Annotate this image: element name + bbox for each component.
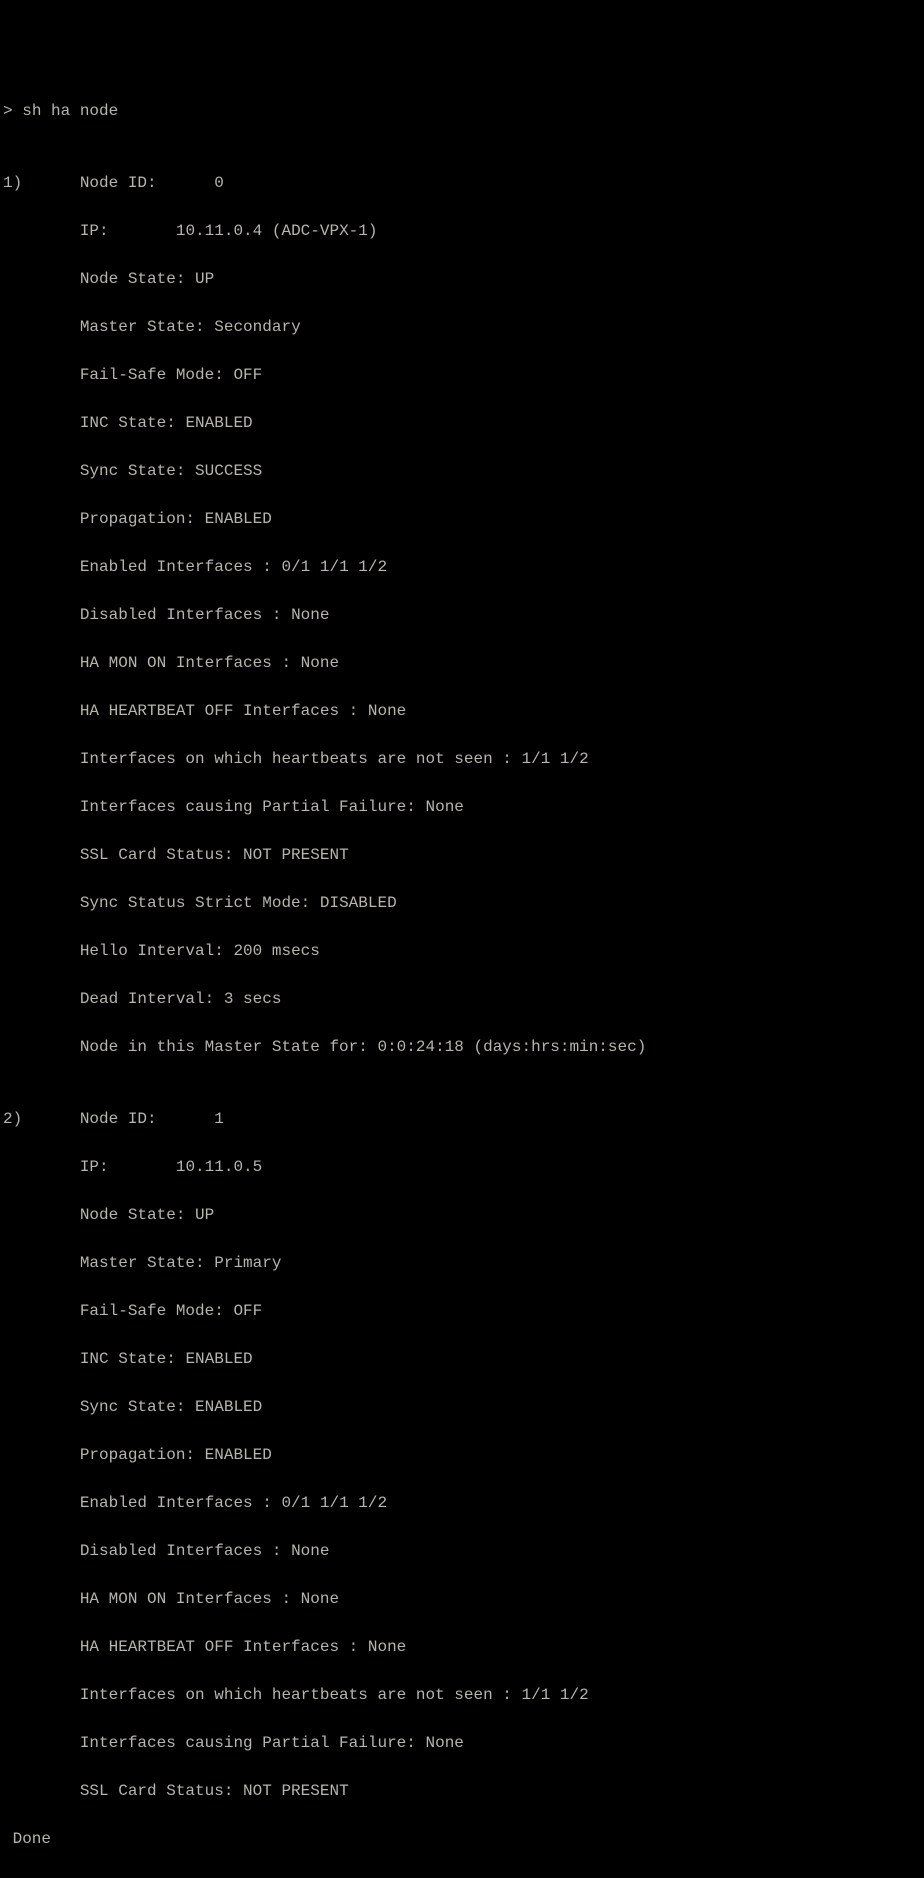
output-line: HA MON ON Interfaces : None (3, 651, 921, 675)
output-line: HA HEARTBEAT OFF Interfaces : None (3, 1635, 921, 1659)
output-line: Disabled Interfaces : None (3, 1539, 921, 1563)
output-line: Propagation: ENABLED (3, 507, 921, 531)
output-line: Hello Interval: 200 msecs (3, 939, 921, 963)
output-line: Dead Interval: 3 secs (3, 987, 921, 1011)
prompt-line[interactable]: > (3, 1875, 921, 1878)
output-line: Sync State: SUCCESS (3, 459, 921, 483)
output-line: Node State: UP (3, 1203, 921, 1227)
output-line: Fail-Safe Mode: OFF (3, 1299, 921, 1323)
output-line: INC State: ENABLED (3, 411, 921, 435)
output-line: Master State: Primary (3, 1251, 921, 1275)
output-line: Node in this Master State for: 0:0:24:18… (3, 1035, 921, 1059)
output-line: 2) Node ID: 1 (3, 1107, 921, 1131)
command-line[interactable]: > sh ha node (3, 99, 921, 123)
output-line: Sync State: ENABLED (3, 1395, 921, 1419)
output-line: SSL Card Status: NOT PRESENT (3, 1779, 921, 1803)
prompt-symbol: > (3, 102, 13, 120)
output-line: Interfaces causing Partial Failure: None (3, 795, 921, 819)
output-line: Sync Status Strict Mode: DISABLED (3, 891, 921, 915)
output-line: Interfaces on which heartbeats are not s… (3, 1683, 921, 1707)
output-line: Enabled Interfaces : 0/1 1/1 1/2 (3, 1491, 921, 1515)
output-line: 1) Node ID: 0 (3, 171, 921, 195)
output-line: IP: 10.11.0.4 (ADC-VPX-1) (3, 219, 921, 243)
output-line: IP: 10.11.0.5 (3, 1155, 921, 1179)
output-line: Node State: UP (3, 267, 921, 291)
output-line: INC State: ENABLED (3, 1347, 921, 1371)
output-done: Done (3, 1827, 921, 1851)
output-line: Interfaces on which heartbeats are not s… (3, 747, 921, 771)
output-line: HA MON ON Interfaces : None (3, 1587, 921, 1611)
output-line: Master State: Secondary (3, 315, 921, 339)
output-line: Propagation: ENABLED (3, 1443, 921, 1467)
output-line: Enabled Interfaces : 0/1 1/1 1/2 (3, 555, 921, 579)
output-line: SSL Card Status: NOT PRESENT (3, 843, 921, 867)
output-line: Disabled Interfaces : None (3, 603, 921, 627)
output-line: HA HEARTBEAT OFF Interfaces : None (3, 699, 921, 723)
command-text: sh ha node (22, 102, 118, 120)
output-line: Fail-Safe Mode: OFF (3, 363, 921, 387)
output-line: Interfaces causing Partial Failure: None (3, 1731, 921, 1755)
